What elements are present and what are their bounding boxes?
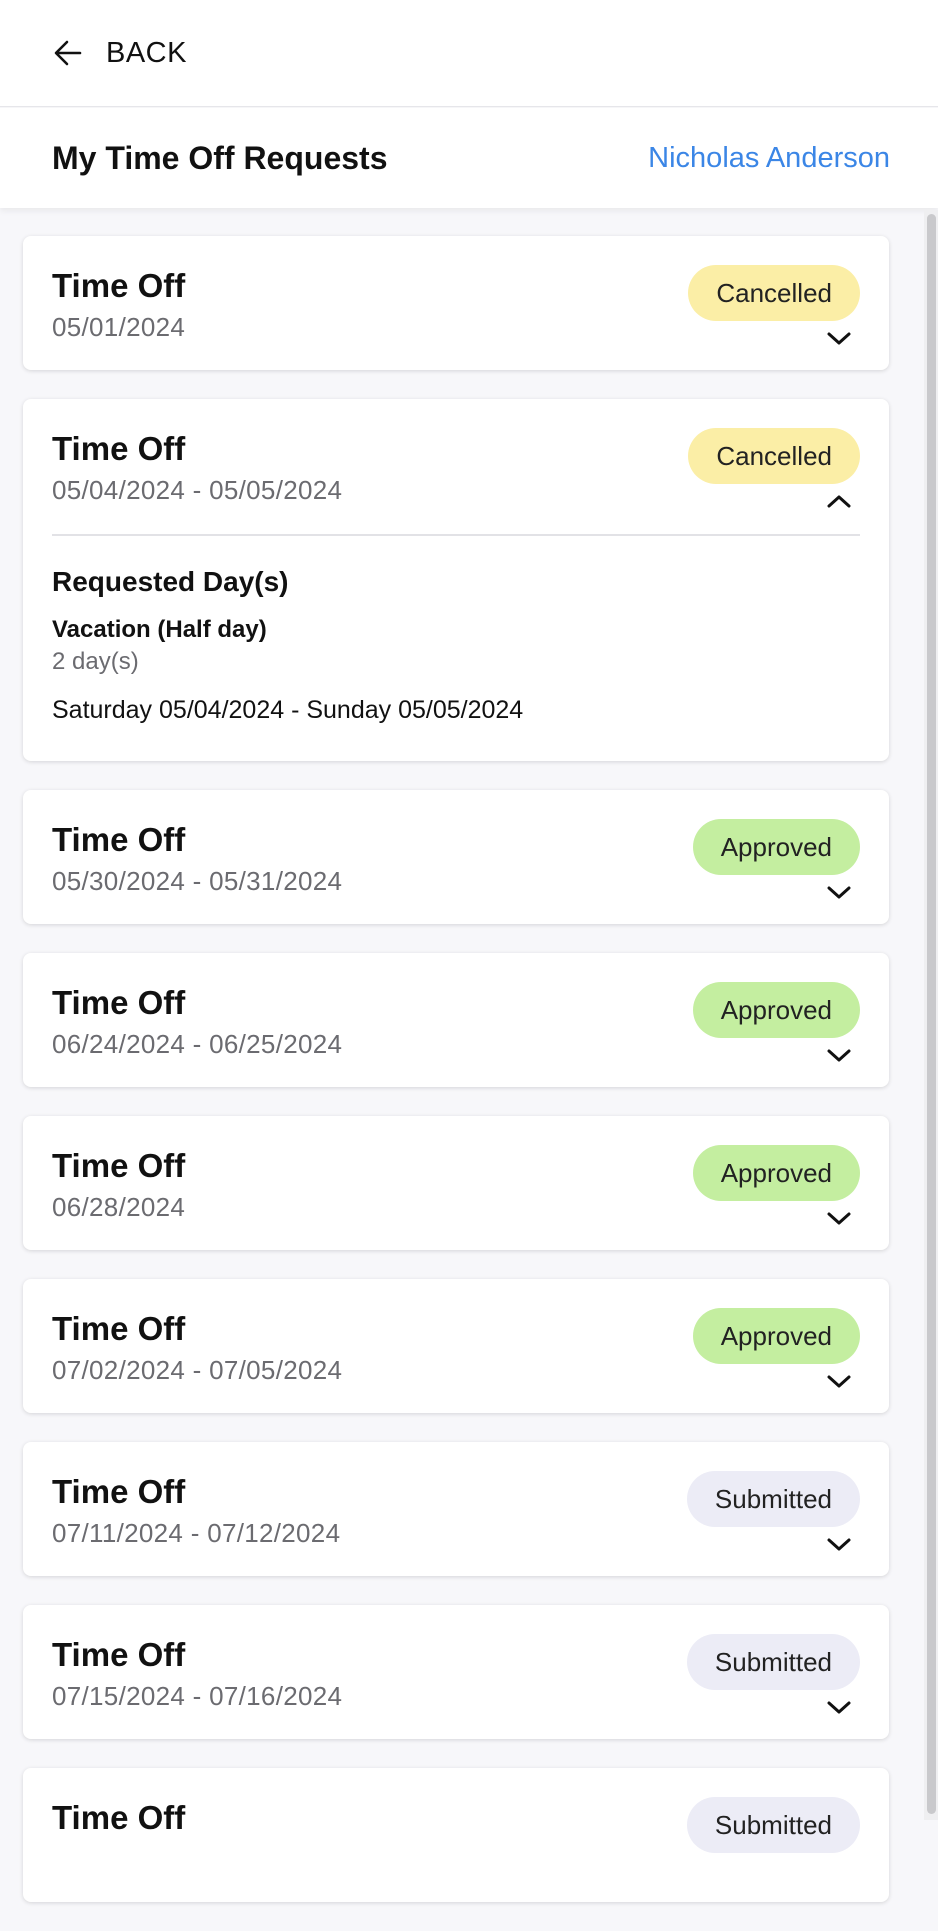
request-title: Time Off: [52, 821, 186, 858]
status-badge: Approved: [692, 819, 860, 875]
request-card[interactable]: Time Off 07/02/2024 - 07/05/2024 Approve…: [23, 1279, 889, 1413]
request-dates: 06/24/2024 - 06/25/2024: [52, 1029, 343, 1059]
request-details: Requested Day(s) Vacation (Half day) 2 d…: [52, 534, 860, 725]
scrollbar[interactable]: [924, 210, 938, 1820]
request-card[interactable]: Time Off Submitted: [23, 1768, 889, 1902]
request-dates: 06/28/2024: [52, 1192, 186, 1222]
user-name-link[interactable]: Nicholas Anderson: [648, 142, 890, 175]
page-title: My Time Off Requests: [52, 139, 388, 176]
leave-range: Saturday 05/04/2024 - Sunday 05/05/2024: [52, 696, 524, 724]
details-heading: Requested Day(s): [52, 566, 289, 597]
leave-count: 2 day(s): [52, 648, 139, 675]
page-header: My Time Off Requests Nicholas Anderson: [0, 108, 938, 208]
request-dates: 05/30/2024 - 05/31/2024: [52, 866, 343, 896]
request-card[interactable]: Time Off 07/15/2024 - 07/16/2024 Submitt…: [23, 1605, 889, 1739]
top-bar: BACK: [0, 0, 938, 107]
request-dates: 07/11/2024 - 07/12/2024: [52, 1518, 341, 1548]
status-badge: Cancelled: [688, 265, 860, 321]
status-badge: Cancelled: [688, 428, 860, 484]
status-badge: Approved: [692, 982, 860, 1038]
leave-type: Vacation (Half day): [52, 616, 267, 643]
request-card-expanded[interactable]: Time Off 05/04/2024 - 05/05/2024 Cancell…: [23, 399, 889, 761]
chevron-down-icon[interactable]: [825, 1045, 853, 1065]
status-badge: Submitted: [686, 1471, 860, 1527]
chevron-down-icon[interactable]: [825, 1697, 853, 1717]
request-card[interactable]: Time Off 06/24/2024 - 06/25/2024 Approve…: [23, 953, 889, 1087]
arrow-left-icon: [54, 40, 82, 66]
chevron-down-icon[interactable]: [825, 1534, 853, 1554]
request-dates: 07/15/2024 - 07/16/2024: [52, 1681, 343, 1711]
request-title: Time Off: [52, 1636, 186, 1673]
request-card[interactable]: Time Off 07/11/2024 - 07/12/2024 Submitt…: [23, 1442, 889, 1576]
request-title: Time Off: [52, 1147, 186, 1184]
scrollbar-thumb[interactable]: [927, 214, 936, 1814]
request-title: Time Off: [52, 1310, 186, 1347]
status-badge: Submitted: [686, 1634, 860, 1690]
request-title: Time Off: [52, 430, 186, 467]
chevron-down-icon[interactable]: [825, 1208, 853, 1228]
back-label: BACK: [106, 36, 187, 69]
chevron-down-icon[interactable]: [825, 1371, 853, 1391]
request-dates: 07/02/2024 - 07/05/2024: [52, 1355, 343, 1385]
chevron-down-icon[interactable]: [825, 328, 853, 348]
request-card[interactable]: Time Off 05/01/2024 Cancelled: [23, 236, 889, 370]
request-title: Time Off: [52, 267, 186, 304]
request-card[interactable]: Time Off 06/28/2024 Approved: [23, 1116, 889, 1250]
status-badge: Approved: [692, 1308, 860, 1364]
request-list: Time Off 05/01/2024 Cancelled Time Off 0…: [23, 236, 889, 1931]
status-badge: Submitted: [686, 1797, 860, 1853]
request-card[interactable]: Time Off 05/30/2024 - 05/31/2024 Approve…: [23, 790, 889, 924]
request-title: Time Off: [52, 1799, 186, 1836]
request-dates: 05/01/2024: [52, 312, 186, 342]
chevron-up-icon[interactable]: [825, 491, 853, 511]
back-button[interactable]: BACK: [52, 37, 187, 70]
request-dates: 05/04/2024 - 05/05/2024: [52, 475, 343, 505]
request-title: Time Off: [52, 1473, 186, 1510]
chevron-down-icon[interactable]: [825, 882, 853, 902]
request-title: Time Off: [52, 984, 186, 1021]
status-badge: Approved: [692, 1145, 860, 1201]
